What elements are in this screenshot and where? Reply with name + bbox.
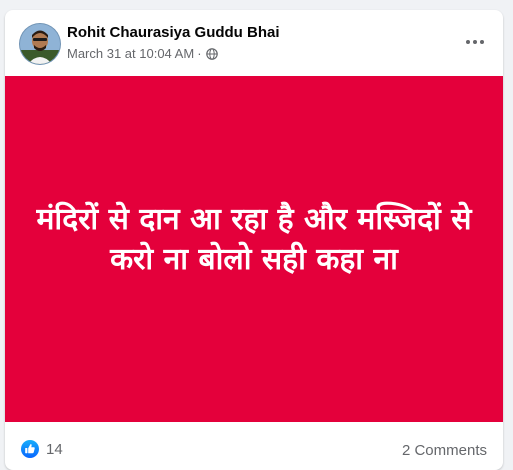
like-icon <box>21 440 39 458</box>
globe-icon[interactable] <box>205 47 218 60</box>
meta-separator: · <box>197 46 202 61</box>
reactions-summary[interactable]: 14 <box>21 440 63 458</box>
comments-count-link[interactable]: 2 Comments <box>402 442 487 459</box>
post-timestamp[interactable]: March 31 at 10:04 AM <box>67 46 194 61</box>
post-image[interactable]: मंदिरों से दान आ रहा है और मस्जिदों से क… <box>5 76 503 422</box>
avatar[interactable] <box>19 23 61 65</box>
more-horizontal-icon <box>466 40 484 44</box>
avatar-image <box>20 24 60 64</box>
reaction-count: 14 <box>46 440 63 458</box>
more-options-button[interactable] <box>461 28 489 56</box>
post-header: Rohit Chaurasiya Guddu Bhai March 31 at … <box>5 10 503 76</box>
post-footer: 14 2 Comments <box>5 422 503 470</box>
post-image-text: मंदिरों से दान आ रहा है और मस्जिदों से क… <box>36 202 472 277</box>
post-card: Rohit Chaurasiya Guddu Bhai March 31 at … <box>5 10 503 470</box>
post-meta: March 31 at 10:04 AM · <box>67 46 218 61</box>
author-name[interactable]: Rohit Chaurasiya Guddu Bhai <box>67 24 280 41</box>
